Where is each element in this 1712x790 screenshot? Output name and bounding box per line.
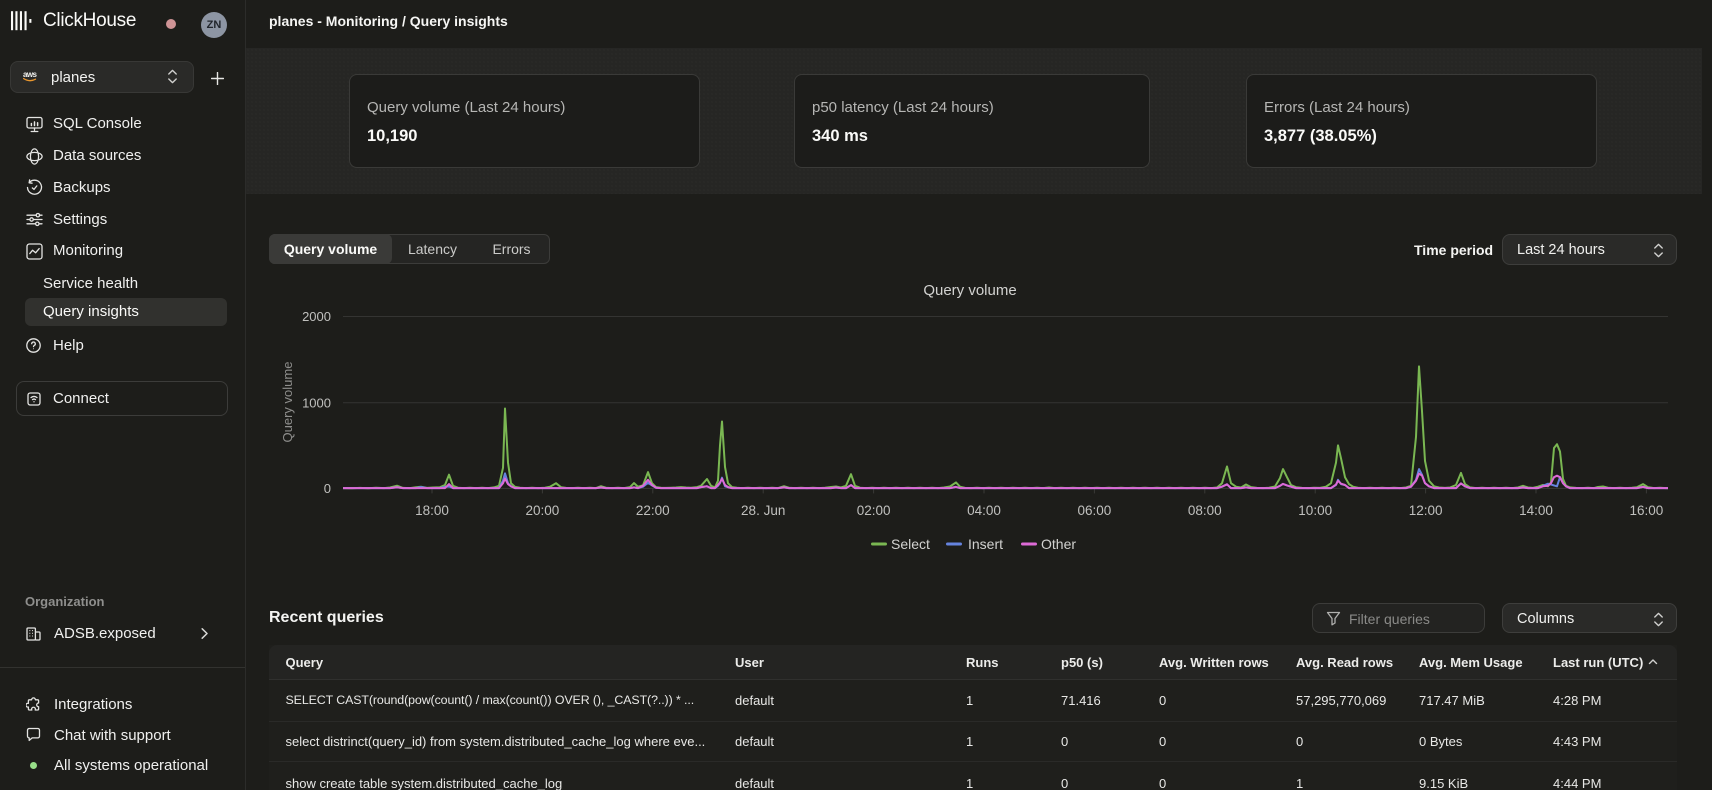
svg-text:10:00: 10:00 — [1298, 503, 1332, 518]
svg-text:14:00: 14:00 — [1519, 503, 1553, 518]
svg-text:Query volume: Query volume — [280, 362, 295, 443]
svg-text:20:00: 20:00 — [526, 503, 560, 518]
svg-text:0: 0 — [324, 481, 331, 496]
svg-text:02:00: 02:00 — [857, 503, 891, 518]
svg-text:08:00: 08:00 — [1188, 503, 1222, 518]
svg-text:2000: 2000 — [302, 309, 331, 324]
svg-text:Query volume: Query volume — [923, 282, 1016, 299]
svg-text:Insert: Insert — [968, 536, 1003, 552]
svg-text:06:00: 06:00 — [1078, 503, 1112, 518]
svg-text:18:00: 18:00 — [415, 503, 449, 518]
svg-text:1000: 1000 — [302, 395, 331, 410]
svg-text:Select: Select — [891, 536, 930, 552]
svg-text:16:00: 16:00 — [1630, 503, 1664, 518]
svg-text:12:00: 12:00 — [1409, 503, 1443, 518]
svg-text:Other: Other — [1041, 536, 1076, 552]
svg-text:04:00: 04:00 — [967, 503, 1001, 518]
svg-text:28. Jun: 28. Jun — [741, 503, 785, 518]
svg-text:22:00: 22:00 — [636, 503, 670, 518]
